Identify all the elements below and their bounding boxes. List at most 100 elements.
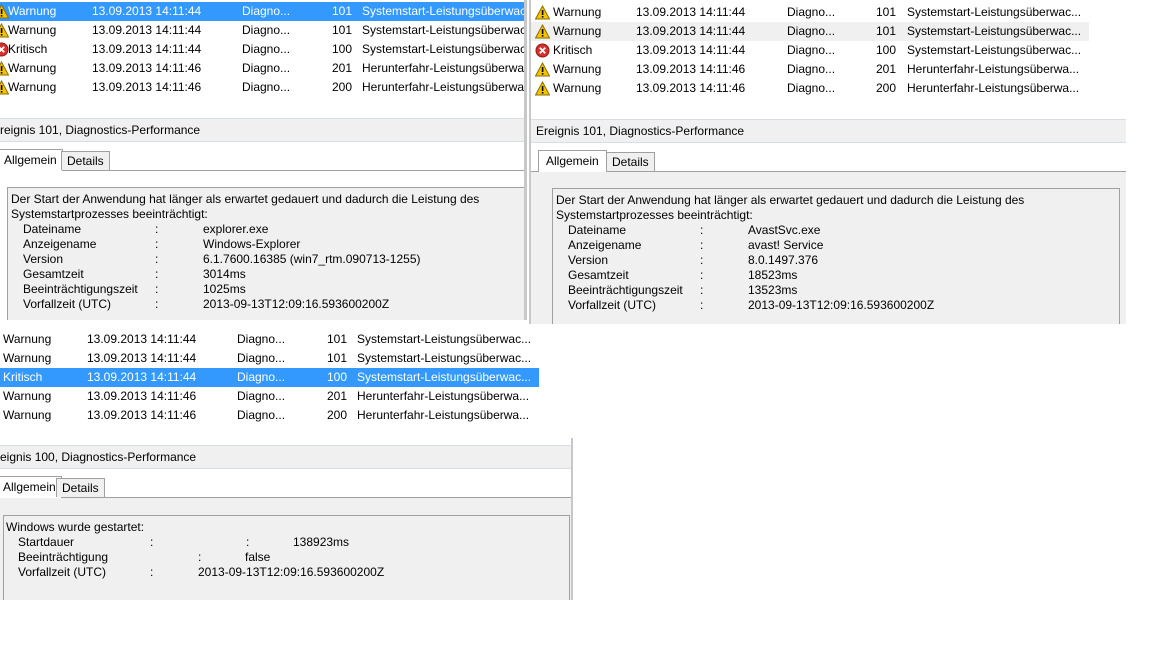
event-list: Warnung 13.09.2013 14:11:44 Diagno... 10… <box>0 2 527 112</box>
description-line: Der Start der Anwendung hat länger als e… <box>11 192 480 206</box>
description-line: Windows wurde gestartet: <box>6 520 145 534</box>
tab-details[interactable]: Details <box>61 151 110 170</box>
level-cell: Warnung <box>8 80 57 94</box>
table-row[interactable]: Kritisch 13.09.2013 14:11:44 Diagno... 1… <box>0 40 524 59</box>
prop-value: 8.0.1497.376 <box>748 253 819 267</box>
date-cell: 13.09.2013 14:11:44 <box>636 24 746 38</box>
tab-general[interactable]: Allgemein <box>0 476 62 498</box>
prop-value: 2013-09-13T12:09:16.593600200Z <box>748 298 935 312</box>
source-cell: Diagno... <box>237 351 286 365</box>
tab-general[interactable]: Allgemein <box>538 150 607 172</box>
level-cell: Warnung <box>553 62 602 76</box>
table-row[interactable]: Warnung 13.09.2013 14:11:46 Diagno... 20… <box>0 59 524 78</box>
table-row[interactable]: Warnung 13.09.2013 14:11:46 Diagno... 20… <box>531 60 1089 79</box>
date-cell: 13.09.2013 14:11:44 <box>87 332 197 346</box>
description-line: Systemstartprozesses beeinträchtigt: <box>11 207 208 221</box>
date-cell: 13.09.2013 14:11:44 <box>92 23 202 37</box>
event-list: Warnung 13.09.2013 14:11:44 Diagno... 10… <box>529 3 1126 113</box>
tab-bar: Allgemein Details <box>529 150 1126 172</box>
table-row[interactable]: Warnung 13.09.2013 14:11:44 Diagno... 10… <box>0 330 539 349</box>
prop-sep: : <box>700 283 704 297</box>
prop-sep: : <box>150 535 154 549</box>
table-row[interactable]: Warnung 13.09.2013 14:11:44 Diagno... 10… <box>531 22 1089 41</box>
level-cell: Warnung <box>553 24 602 38</box>
prop-value: 2013-09-13T12:09:16.593600200Z <box>203 297 390 311</box>
panel-border <box>571 438 573 600</box>
level-cell: Kritisch <box>8 42 48 56</box>
prop-label: Beeinträchtigung <box>18 550 109 564</box>
task-cell: Systemstart-Leistungsüberwac... <box>907 24 1082 38</box>
tab-details[interactable]: Details <box>56 478 105 497</box>
source-cell: Diagno... <box>787 43 836 57</box>
tab-bar-line <box>0 170 527 171</box>
table-row[interactable]: Warnung 13.09.2013 14:11:46 Diagno... 20… <box>0 78 524 97</box>
source-cell: Diagno... <box>242 4 291 18</box>
table-row[interactable]: Warnung 13.09.2013 14:11:44 Diagno... 10… <box>0 2 524 21</box>
prop-label: Version <box>23 252 64 266</box>
event-id-cell: 200 <box>327 408 348 422</box>
prop-value: 6.1.7600.16385 (win7_rtm.090713-1255) <box>203 252 421 266</box>
prop-value: 13523ms <box>748 283 798 297</box>
task-cell: Herunterfahr-Leistungsüberwa... <box>357 389 530 403</box>
source-cell: Diagno... <box>237 332 286 346</box>
date-cell: 13.09.2013 14:11:46 <box>92 80 202 94</box>
prop-sep: : <box>198 550 202 564</box>
prop-value: avast! Service <box>748 238 824 252</box>
tab-details[interactable]: Details <box>606 152 655 171</box>
prop-sep: : <box>155 222 159 236</box>
prop-value: AvastSvc.exe <box>748 223 821 237</box>
table-row[interactable]: Warnung 13.09.2013 14:11:46 Diagno... 20… <box>0 387 539 406</box>
event-header: Ereignis 101, Diagnostics-Performance <box>531 119 1126 143</box>
table-row[interactable]: Warnung 13.09.2013 14:11:44 Diagno... 10… <box>531 3 1089 22</box>
event-viewer-panel-2: Warnung 13.09.2013 14:11:44 Diagno... 10… <box>529 0 1126 324</box>
level-cell: Kritisch <box>3 370 43 384</box>
source-cell: Diagno... <box>787 24 836 38</box>
table-row[interactable]: Warnung 13.09.2013 14:11:46 Diagno... 20… <box>531 79 1089 98</box>
source-cell: Diagno... <box>242 80 291 94</box>
event-description: Der Start der Anwendung hat länger als e… <box>552 188 1120 324</box>
date-cell: 13.09.2013 14:11:44 <box>636 43 746 57</box>
task-cell: Systemstart-Leistungsüberwac... <box>357 351 532 365</box>
prop-label: Beeinträchtigungszeit <box>568 283 683 297</box>
task-cell: Systemstart-Leistungsüberwac... <box>357 332 532 346</box>
source-cell: Diagno... <box>242 23 291 37</box>
date-cell: 13.09.2013 14:11:44 <box>92 4 202 18</box>
task-cell: Systemstart-Leistungsüberwac... <box>907 5 1082 19</box>
date-cell: 13.09.2013 14:11:46 <box>87 408 197 422</box>
event-list: Warnung 13.09.2013 14:11:44 Diagno... 10… <box>0 330 573 440</box>
event-id-cell: 100 <box>876 43 897 57</box>
event-id-cell: 201 <box>327 389 348 403</box>
table-row[interactable]: Kritisch 13.09.2013 14:11:44 Diagno... 1… <box>0 368 539 387</box>
task-cell: Herunterfahr-Leistungsüberwa... <box>907 81 1080 95</box>
prop-label: Gesamtzeit <box>23 267 84 281</box>
event-id-cell: 201 <box>332 61 353 75</box>
prop-sep: : <box>155 237 159 251</box>
level-cell: Warnung <box>3 408 52 422</box>
prop-value: Windows-Explorer <box>203 237 301 251</box>
prop-value: explorer.exe <box>203 222 269 236</box>
task-cell: Systemstart-Leistungsüberwac <box>362 42 524 56</box>
table-row[interactable]: Warnung 13.09.2013 14:11:46 Diagno... 20… <box>0 406 539 425</box>
event-id-cell: 100 <box>327 370 348 384</box>
prop-label: Vorfallzeit (UTC) <box>18 565 107 579</box>
source-cell: Diagno... <box>242 61 291 75</box>
task-cell: Systemstart-Leistungsüberwac... <box>357 370 532 384</box>
event-id-cell: 101 <box>876 24 897 38</box>
source-cell: Diagno... <box>242 42 291 56</box>
prop-sep: : <box>700 298 704 312</box>
tab-bar: Allgemein Details <box>0 476 573 498</box>
table-row[interactable]: Kritisch 13.09.2013 14:11:44 Diagno... 1… <box>531 41 1089 60</box>
prop-label: Version <box>568 253 609 267</box>
source-cell: Diagno... <box>787 62 836 76</box>
event-id-cell: 101 <box>327 332 348 346</box>
table-row[interactable]: Warnung 13.09.2013 14:11:44 Diagno... 10… <box>0 349 539 368</box>
date-cell: 13.09.2013 14:11:44 <box>87 370 197 384</box>
source-cell: Diagno... <box>787 81 836 95</box>
prop-label: Anzeigename <box>568 238 642 252</box>
table-row[interactable]: Warnung 13.09.2013 14:11:44 Diagno... 10… <box>0 21 524 40</box>
event-id-cell: 200 <box>876 81 897 95</box>
tab-general[interactable]: Allgemein <box>0 149 63 171</box>
prop-value: 3014ms <box>203 267 246 281</box>
event-header: reignis 101, Diagnostics-Performance <box>0 118 527 142</box>
prop-sep: : <box>700 268 704 282</box>
